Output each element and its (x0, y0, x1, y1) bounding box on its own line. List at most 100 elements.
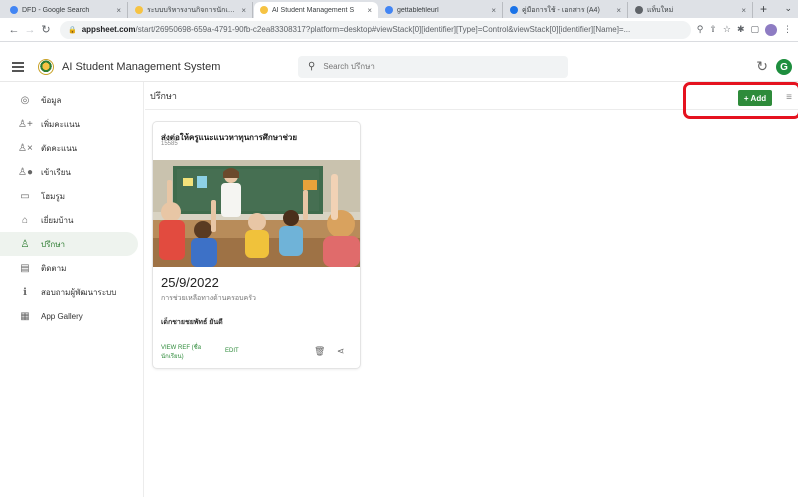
info-icon: ℹ (23, 286, 27, 298)
sidebar-item[interactable]: ♙ ปรึกษา (0, 232, 138, 256)
sidebar-item[interactable]: ▦ App Gallery (0, 304, 143, 328)
tab-close-icon[interactable]: × (741, 6, 746, 15)
home-visit-icon: ⌂ (21, 214, 29, 226)
app-header: AI Student Management System ⚲ Search ปร… (0, 52, 798, 82)
bookmark-star-icon[interactable]: ☆ (723, 24, 731, 35)
share-icon[interactable]: ⋖ (337, 346, 345, 357)
card-description: การช่วยเหลือทางด้านครอบครัว (161, 295, 256, 302)
tab-title: แท็บใหม่ (647, 6, 674, 14)
record-card[interactable]: ส่งต่อให้ครูแนะแนวหาทุนการศึกษาช่วย 1558… (153, 122, 360, 368)
url-field[interactable]: 🔒 appsheet.com /start/26950698-659a-4791… (60, 20, 691, 39)
extensions-icon[interactable]: ✱ (737, 24, 745, 35)
tab-favicon-icon (10, 6, 18, 14)
app-title: AI Student Management System (62, 60, 221, 73)
browser-tab[interactable]: คู่มือการใช้ - เอกสาร (A4) × (504, 2, 628, 18)
browser-tab[interactable]: AI Student Management S × (254, 2, 378, 18)
tab-favicon-icon (510, 6, 518, 14)
classroom-photo-svg (153, 160, 360, 267)
sidepanel-icon[interactable]: ▢ (750, 24, 759, 35)
sidebar-item-label: สอบถามผู้พัฒนาระบบ (41, 287, 117, 297)
tab-title: ระบบบริหารงานกิจการนักเรียน (147, 6, 239, 14)
browser-tab[interactable]: ระบบบริหารงานกิจการนักเรียน × (129, 2, 253, 18)
search-icon: ⚲ (308, 61, 316, 72)
sidebar-item-label: App Gallery (41, 311, 83, 321)
sidebar-item-label: ติดตาม (41, 263, 67, 273)
tab-favicon-icon (385, 6, 393, 14)
browser-tab[interactable]: gettablefileurl × (379, 2, 503, 18)
tab-list: DFD - Google Search × ระบบบริหารงานกิจการน… (4, 0, 754, 18)
search-placeholder: Search ปรึกษา (323, 62, 375, 71)
location-icon[interactable]: ⚲ (697, 24, 704, 35)
browser-profile-icon[interactable] (765, 23, 777, 36)
tab-close-icon[interactable]: × (367, 6, 372, 15)
card-title: ส่งต่อให้ครูแนะแนวหาทุนการศึกษาช่วย (161, 133, 298, 142)
sidebar-item-label: เข้าเรียน (41, 167, 71, 177)
sidebar-item[interactable]: ⌂ เยี่ยมบ้าน (0, 208, 143, 232)
sidebar-item-label: ตัดคะแนน (41, 143, 78, 153)
url-path: /start/26950698-659a-4791-90fb-c2ea83308… (135, 25, 631, 34)
back-icon[interactable]: ← (6, 24, 22, 36)
tab-close-icon[interactable]: × (241, 6, 246, 15)
card-actions: VIEW REF (ชื่อนักเรียน) EDIT 🗑 ⋖ (153, 342, 360, 368)
sidebar-item-label: เยี่ยมบ้าน (41, 215, 74, 225)
sidebar-item[interactable]: ▭ โฮมรูม (0, 184, 143, 208)
page-title: ปรึกษา (150, 90, 177, 101)
address-bar-row: ← → ↻ 🔒 appsheet.com /start/26950698-659… (0, 18, 798, 42)
sidebar-item-label: ปรึกษา (41, 239, 65, 249)
tab-title: DFD - Google Search (22, 6, 90, 14)
browser-tab[interactable]: แท็บใหม่ × (629, 2, 753, 18)
user-check-icon: ♙● (18, 166, 34, 178)
trash-icon[interactable]: 🗑 (314, 346, 325, 357)
sidebar-item-label: ข้อมูล (41, 95, 62, 105)
tab-title: gettablefileurl (397, 6, 439, 14)
share-page-icon[interactable]: ⇪ (709, 24, 717, 35)
sidebar-item[interactable]: ▤ ติดตาม (0, 256, 143, 280)
tracking-icon: ▤ (20, 262, 30, 274)
filter-icon[interactable]: ≡ (786, 92, 792, 103)
sidebar-item[interactable]: ♙+ เพิ่มคะแนน (0, 112, 143, 136)
counsel-icon: ♙ (20, 238, 30, 250)
tab-favicon-icon (260, 6, 268, 14)
reload-icon[interactable]: ↻ (38, 23, 54, 36)
add-button[interactable]: + Add (738, 90, 772, 106)
sidebar-item[interactable]: ♙● เข้าเรียน (0, 160, 143, 184)
tab-favicon-icon (635, 6, 643, 14)
tab-close-icon[interactable]: × (116, 6, 121, 15)
tab-title: คู่มือการใช้ - เอกสาร (A4) (522, 6, 600, 14)
url-host: appsheet.com (81, 25, 136, 34)
card-student-name: เด็กชายชยพัทธ์ ยันดี (161, 319, 223, 326)
tab-close-icon[interactable]: × (616, 6, 621, 15)
user-remove-icon: ♙× (18, 142, 33, 154)
classroom-photo (153, 160, 360, 267)
sidebar-item[interactable]: ♙× ตัดคะแนน (0, 136, 143, 160)
view-ref-button[interactable]: VIEW REF (ชื่อนักเรียน) (161, 344, 203, 362)
new-tab-button[interactable]: + (760, 2, 767, 18)
sync-icon[interactable]: ↻ (756, 58, 768, 75)
gallery-icon: ▦ (20, 310, 30, 322)
avatar[interactable]: G (776, 59, 792, 75)
sidebar-item[interactable]: ◎ ข้อมูล (0, 88, 143, 112)
browser-menu-icon[interactable]: ⋮ (783, 24, 792, 35)
menu-icon[interactable] (12, 61, 24, 72)
sidebar: ◎ ข้อมูล ♙+ เพิ่มคะแนน ♙× ตัดคะแนน ♙● เข้าเรียน… (0, 82, 144, 497)
app-logo (38, 58, 54, 75)
card-date: 25/9/2022 (161, 275, 219, 290)
card-id: 15585 (161, 141, 178, 147)
browser-extensions: ⚲ ⇪ ☆ ✱ ▢ ⋮ (697, 23, 792, 36)
tab-favicon-icon (135, 6, 143, 14)
main-content: ปรึกษา + Add ≡ ส่งต่อให้ครูแนะแนวหาทุนกา… (145, 82, 798, 497)
classroom-icon: ▭ (20, 190, 30, 202)
tab-close-icon[interactable]: × (491, 6, 496, 15)
search-input[interactable]: ⚲ Search ปรึกษา (298, 55, 568, 78)
user-plus-icon: ♙+ (18, 118, 33, 130)
forward-icon[interactable]: → (22, 24, 38, 36)
browser-tab-strip: DFD - Google Search × ระบบบริหารงานกิจการน… (0, 0, 798, 18)
add-button-label: Add (750, 93, 767, 103)
browser-tab[interactable]: DFD - Google Search × (4, 2, 128, 18)
edit-button[interactable]: EDIT (225, 348, 239, 354)
sidebar-item-label: เพิ่มคะแนน (41, 119, 81, 129)
tab-title: AI Student Management S (272, 6, 355, 14)
user-circle-icon: ◎ (20, 94, 30, 106)
sidebar-item[interactable]: ℹ สอบถามผู้พัฒนาระบบ (0, 280, 143, 304)
tab-search-button[interactable]: ⌄ (784, 3, 792, 14)
